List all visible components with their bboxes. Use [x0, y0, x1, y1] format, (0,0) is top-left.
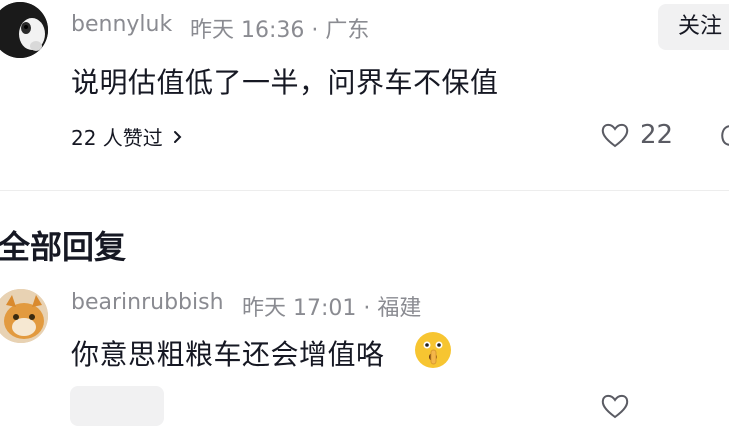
avatar-dog-image [0, 2, 48, 58]
reply-username[interactable]: bearinrubbish [71, 290, 224, 315]
likers-label: 22 人赞过 [71, 126, 163, 150]
chevron-right-icon [173, 130, 182, 143]
heart-icon [601, 123, 629, 148]
comment-text: 说明估值低了一半，问界车不保值 [71, 66, 499, 99]
comment-username[interactable]: bennyluk [71, 12, 172, 37]
like-button[interactable]: 22 [600, 120, 673, 150]
emoji-shush-icon [413, 330, 453, 374]
reply-text: 你意思粗粮车还会增值咯 [71, 338, 385, 371]
next-action-icon[interactable] [717, 120, 729, 152]
heart-icon [601, 394, 629, 419]
partial-icon [721, 125, 729, 146]
avatar[interactable] [0, 2, 48, 58]
reply-meta: 昨天 17:01 · 福建 [242, 296, 422, 321]
avatar[interactable] [0, 289, 48, 343]
reply-action-button[interactable] [70, 386, 164, 426]
avatar-cat-image [0, 289, 48, 343]
like-count: 22 [640, 120, 674, 150]
likers-link[interactable]: 22 人赞过 [71, 122, 185, 151]
comment-meta: 昨天 16:36 · 广东 [190, 18, 370, 43]
divider [0, 190, 729, 191]
like-button[interactable] [600, 392, 630, 424]
follow-button[interactable]: 关注 [658, 4, 729, 50]
section-title: 全部回复 [0, 228, 127, 266]
